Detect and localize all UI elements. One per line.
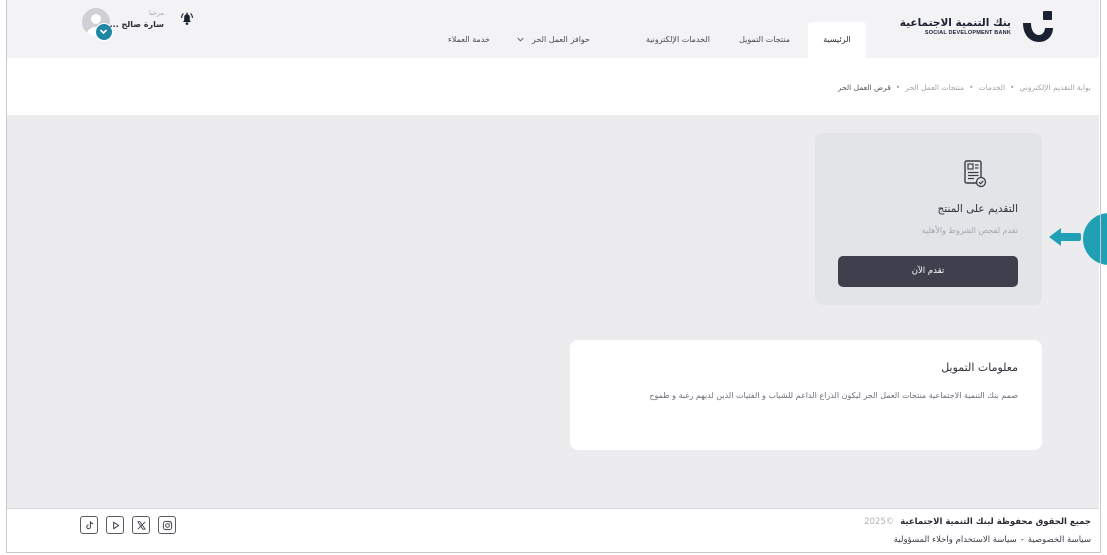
nav-item-customer-service[interactable]: خدمة العملاء — [448, 22, 490, 58]
copyright-text: جميع الحقوق محفوظة لبنك التنمية الاجتماع… — [900, 517, 1091, 527]
breadcrumb-item-current: قرض العمل الحر — [837, 83, 891, 92]
arrow-left-icon — [1049, 228, 1081, 246]
highlight-marker — [1083, 213, 1107, 265]
policy-links: سياسة الخصوصية-سياسة الاستخدام واخلاء ال… — [894, 534, 1091, 547]
nav-item-financing-products[interactable]: منتجات التمويل — [739, 22, 790, 58]
nav-item-e-services[interactable]: الخدمات الإلكترونية — [646, 22, 710, 58]
application-form-icon — [964, 160, 987, 188]
logo-wordmark[interactable]: بنك التنمية الاجتماعية SOCIAL DEVELOPMEN… — [900, 17, 1011, 37]
user-name[interactable]: سارة صالح ... — [110, 18, 164, 31]
breadcrumb-separator: • — [1010, 83, 1015, 92]
breadcrumb-item-freelance-products[interactable]: منتجات العمل الحر — [905, 83, 964, 92]
user-greeting-block: مرحبا سارة صالح ... — [110, 8, 164, 31]
apply-card-subtitle: تقدم لفحص الشروط والأهلية — [921, 226, 1018, 235]
nav-item-freelance-incentives[interactable]: حوافز العمل الحر — [516, 22, 590, 58]
breadcrumb-separator: • — [895, 83, 901, 92]
highlight-circle — [1083, 213, 1107, 265]
logo-title: بنك التنمية الاجتماعية — [899, 17, 1011, 29]
nav-item-label: خدمة العملاء — [448, 35, 490, 44]
tiktok-icon[interactable] — [80, 516, 98, 534]
user-greeting: مرحبا — [148, 9, 164, 17]
breadcrumb-item-services[interactable]: الخدمات — [979, 83, 1006, 92]
chevron-down-icon — [516, 35, 525, 44]
social-links — [80, 516, 176, 534]
nav-item-label: حوافز العمل الحر — [531, 35, 590, 44]
bell-icon[interactable] — [178, 9, 196, 27]
footer: جميع الحقوق محفوظة لبنك التنمية الاجتماع… — [7, 508, 1099, 552]
copyright-line: جميع الحقوق محفوظة لبنك التنمية الاجتماع… — [864, 516, 1091, 529]
breadcrumb-bar: بوابة التقديم الإلكتروني • الخدمات • منتجات … — [7, 58, 1099, 115]
breadcrumb: بوابة التقديم الإلكتروني • الخدمات • منتجات … — [838, 82, 1091, 94]
apply-card: التقديم على المنتج تقدم لفحص الشروط والأ… — [815, 133, 1042, 305]
main-content: التقديم على المنتج تقدم لفحص الشروط والأ… — [7, 115, 1099, 508]
apply-card-title: التقديم على المنتج — [937, 203, 1019, 215]
nav-item-label: منتجات التمويل — [739, 35, 790, 44]
user-menu[interactable]: مرحبا سارة صالح ... — [82, 6, 207, 46]
breadcrumb-item-portal[interactable]: بوابة التقديم الإلكتروني — [1019, 83, 1091, 92]
nav-item-label: الرئيسية — [823, 35, 851, 44]
terms-disclaimer-link[interactable]: سياسة الاستخدام واخلاء المسؤولية — [894, 535, 1017, 545]
x-icon[interactable] — [132, 516, 150, 534]
nav-item-label: الخدمات الإلكترونية — [645, 35, 710, 44]
copyright-year: 2025© — [864, 517, 895, 527]
youtube-icon[interactable] — [106, 516, 124, 534]
financing-info-card: معلومات التمويل صمم بنك التنمية الاجتماع… — [570, 340, 1042, 450]
sdb-logo-icon[interactable] — [1020, 8, 1056, 44]
nav-item-home[interactable]: الرئيسية — [808, 22, 866, 58]
financing-info-title: معلومات التمويل — [941, 361, 1018, 374]
logo-subtitle: SOCIAL DEVELOPMENT BANK — [924, 30, 1011, 36]
instagram-icon[interactable] — [158, 516, 176, 534]
privacy-policy-link[interactable]: سياسة الخصوصية — [1028, 535, 1091, 545]
top-header: بنك التنمية الاجتماعية SOCIAL DEVELOPMEN… — [7, 0, 1099, 58]
apply-now-button[interactable]: تقدم الآن — [838, 256, 1018, 287]
breadcrumb-separator: • — [969, 83, 974, 92]
financing-info-body: صمم بنك التنمية الاجتماعية منتجات العمل … — [649, 391, 1018, 400]
policy-separator: - — [1020, 535, 1024, 545]
